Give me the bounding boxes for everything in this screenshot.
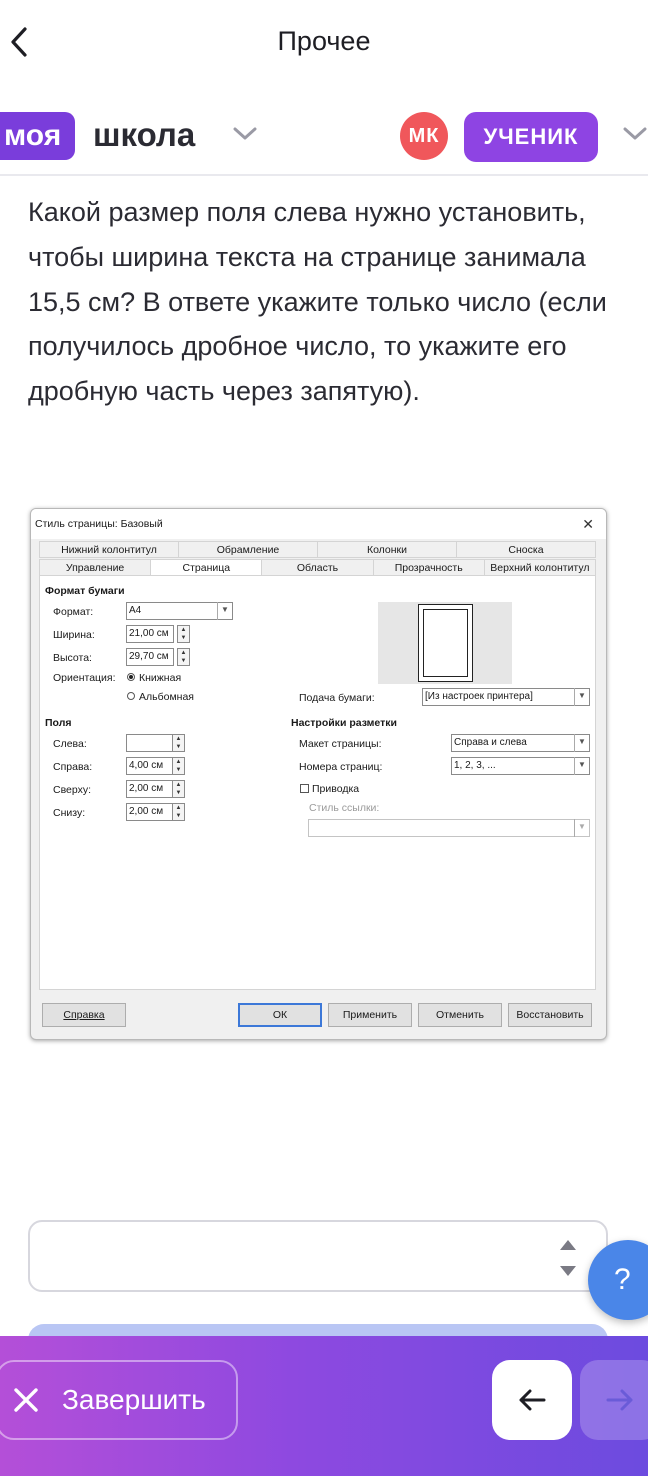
margin-bottom-label: Снизу: [53, 807, 86, 819]
page-layout-field: Справа и слева ▼ [451, 734, 590, 752]
width-label: Ширина: [53, 629, 95, 641]
top-nav: Прочее [0, 0, 648, 86]
spinner-icon: ▲ ▼ [177, 625, 190, 643]
dialog-tab: Управление [39, 559, 152, 576]
dropdown-arrow-icon: ▼ [574, 734, 589, 752]
radio-selected-icon [127, 673, 135, 681]
margin-left-field [126, 734, 174, 752]
bottom-bar: Завершить [0, 1336, 648, 1476]
paper-format-heading: Формат бумаги [45, 585, 125, 597]
question-text: Какой размер поля слева нужно установить… [28, 197, 607, 407]
height-field: 29,70 см [126, 648, 174, 666]
layout-settings-heading: Настройки разметки [291, 717, 397, 729]
reference-style-label: Стиль ссылки: [309, 802, 380, 814]
dropdown-arrow-icon: ▼ [217, 602, 232, 620]
dialog-tab: Область [262, 559, 374, 576]
format-label: Формат: [53, 606, 94, 618]
orientation-label: Ориентация: [53, 672, 116, 684]
close-icon: ✕ [582, 516, 594, 532]
spinner-icon: ▲ ▼ [172, 803, 185, 821]
page-layout-label: Макет страницы: [299, 738, 382, 750]
height-label: Высота: [53, 652, 92, 664]
paper-tray-field: [Из настроек принтера] ▼ [422, 688, 590, 706]
dialog-tab: Обрамление [179, 541, 318, 558]
logo-shkola[interactable]: школа [93, 112, 195, 160]
dialog-tab: Прозрачность [373, 559, 485, 576]
dropdown-arrow-icon: ▼ [574, 757, 589, 775]
close-icon [14, 1388, 38, 1412]
page-numbers-field: 1, 2, 3, ... ▼ [451, 757, 590, 775]
margin-left-label: Слева: [53, 738, 87, 750]
dialog-title: Стиль страницы: Базовый [35, 518, 163, 530]
answer-input[interactable] [28, 1220, 608, 1292]
width-field: 21,00 см [126, 625, 174, 643]
page-numbers-value: 1, 2, 3, ... [454, 760, 496, 771]
avatar[interactable]: МК [400, 112, 448, 160]
reference-style-field: ▼ [308, 819, 590, 837]
dialog-tab: Верхний колонтитул [484, 559, 597, 576]
chevron-down-icon[interactable] [622, 126, 648, 142]
checkbox-icon [300, 784, 309, 793]
dialog-tab: Сноска [457, 541, 596, 558]
dialog-ok-button: ОК [238, 1003, 322, 1027]
page-preview-margins [423, 609, 468, 677]
margins-heading: Поля [45, 717, 72, 729]
finish-button[interactable]: Завершить [0, 1360, 238, 1440]
dialog-tab: Нижний колонтитул [39, 541, 179, 558]
spinner-icon: ▲ ▼ [172, 757, 185, 775]
dialog-cancel-button: Отменить [418, 1003, 502, 1027]
number-stepper-icon[interactable] [558, 1236, 578, 1280]
page-title: Прочее [277, 26, 371, 56]
spinner-icon: ▲ ▼ [172, 734, 185, 752]
prev-button[interactable] [492, 1360, 572, 1440]
page-preview-sheet [418, 604, 473, 682]
format-field: A4 ▼ [126, 602, 233, 620]
dialog-tabs-row1: Нижний колонтитул Обрамление Колонки Сно… [39, 541, 596, 558]
role-button[interactable]: УЧЕНИК [464, 112, 598, 162]
dialog-tab: Колонки [318, 541, 457, 558]
orientation-landscape: Альбомная [139, 691, 194, 703]
orientation-portrait: Книжная [139, 672, 182, 684]
brand-bar: моя школа МК УЧЕНИК [0, 100, 648, 176]
page-layout-value: Справа и слева [454, 737, 527, 748]
dialog-apply-button: Применить [328, 1003, 412, 1027]
dialog-tabs-row2: Управление Страница Область Прозрачность… [39, 559, 597, 576]
margin-bottom-field: 2,00 см [126, 803, 174, 821]
dialog-help-button: Справка [42, 1003, 126, 1027]
margin-top-field: 2,00 см [126, 780, 174, 798]
paper-tray-value: [Из настроек принтера] [425, 691, 533, 702]
page-numbers-label: Номера страниц: [299, 761, 383, 773]
paper-tray-label: Подача бумаги: [299, 692, 375, 704]
dialog-titlebar: Стиль страницы: Базовый ✕ [31, 509, 606, 539]
next-button[interactable] [580, 1360, 648, 1440]
margin-right-label: Справа: [53, 761, 93, 773]
arrow-left-icon [519, 1389, 546, 1411]
dialog-reset-button: Восстановить [508, 1003, 592, 1027]
dialog-tab-active: Страница [151, 559, 263, 576]
spinner-icon: ▲ ▼ [172, 780, 185, 798]
dialog-screenshot: Стиль страницы: Базовый ✕ Нижний колонти… [30, 508, 607, 1040]
page-preview [378, 602, 512, 684]
format-value: A4 [129, 605, 142, 616]
logo-moya[interactable]: моя [0, 112, 76, 160]
margin-right-field: 4,00 см [126, 757, 174, 775]
dropdown-arrow-icon: ▼ [574, 819, 589, 837]
chevron-down-icon[interactable] [232, 126, 258, 142]
spinner-icon: ▲ ▼ [177, 648, 190, 666]
arrow-right-icon [606, 1389, 633, 1411]
finish-label: Завершить [62, 1384, 206, 1415]
dropdown-arrow-icon: ▼ [574, 688, 589, 706]
margin-top-label: Сверху: [53, 784, 92, 796]
register-true-label: Приводка [312, 783, 360, 795]
radio-icon [127, 692, 135, 700]
